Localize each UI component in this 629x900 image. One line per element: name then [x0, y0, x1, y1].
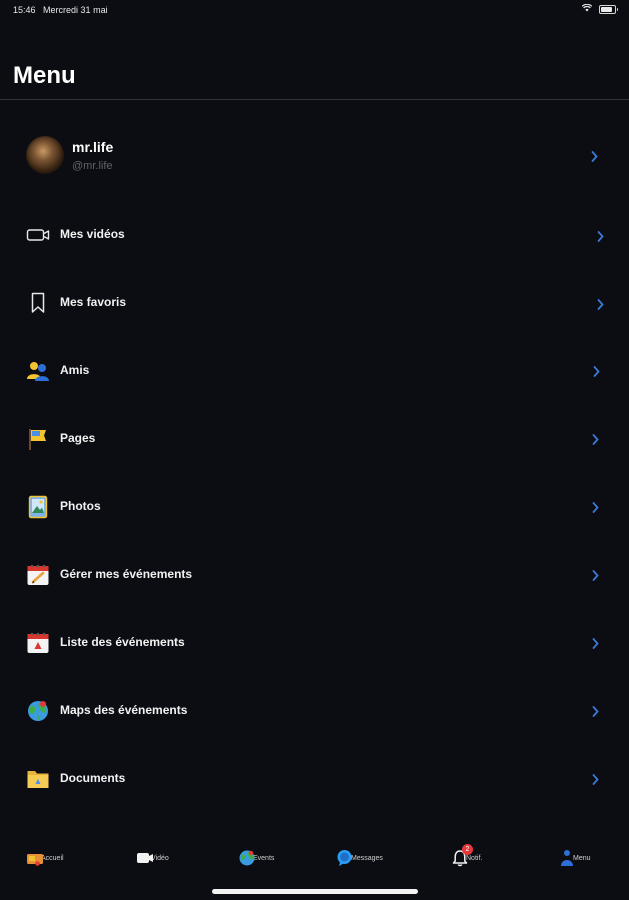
- tab-events[interactable]: Events: [238, 840, 274, 876]
- calendar-icon: [26, 631, 50, 655]
- status-time: 15:46 Mercredi 31 mai: [13, 5, 108, 15]
- tab-bar: Accueil Vidéo Events Messages 2 Notif. M…: [0, 840, 629, 876]
- menu-item-label: Gérer mes événements: [60, 567, 193, 581]
- home-indicator[interactable]: [212, 889, 418, 894]
- tab-label: Events: [253, 854, 275, 862]
- header-divider: [0, 99, 629, 100]
- menu-item-label: Documents: [60, 771, 126, 785]
- menu-icon: [558, 849, 576, 867]
- tab-messages[interactable]: Messages: [336, 840, 383, 876]
- notification-badge: 2: [462, 844, 473, 855]
- menu-item-gerer-mes-evenements[interactable]: Gérer mes événements: [0, 550, 629, 600]
- page-title: Menu: [13, 62, 76, 89]
- profile-handle: @mr.life: [72, 160, 113, 172]
- friends-icon: [26, 359, 50, 383]
- menu-item-photos[interactable]: Photos: [0, 482, 629, 532]
- menu-item-label: Maps des événements: [60, 703, 188, 717]
- flag-icon: [26, 427, 50, 451]
- chevron-right-icon: [590, 772, 600, 786]
- chevron-right-icon: [590, 500, 600, 514]
- menu-item-documents[interactable]: Documents: [0, 754, 629, 804]
- menu-item-maps-des-evenements[interactable]: Maps des événements: [0, 686, 629, 736]
- tab-label: Messages: [351, 854, 383, 862]
- chevron-right-icon: [595, 229, 605, 243]
- status-indicators: [581, 3, 618, 14]
- globe-icon: [26, 699, 50, 723]
- status-date: Mercredi 31 mai: [43, 5, 108, 15]
- battery-icon: [599, 4, 618, 14]
- menu-item-label: Amis: [60, 363, 90, 377]
- profile-row[interactable]: mr.life @mr.life: [0, 127, 629, 185]
- avatar: [26, 136, 64, 174]
- menu-item-label: Liste des événements: [60, 635, 185, 649]
- menu-item-label: Photos: [60, 499, 101, 513]
- tab-notifications[interactable]: 2 Notif.: [451, 840, 482, 876]
- chevron-right-icon: [590, 636, 600, 650]
- chevron-right-icon: [595, 297, 605, 311]
- chevron-right-icon: [590, 704, 600, 718]
- chevron-right-icon: [589, 149, 599, 163]
- home-icon: [26, 849, 44, 867]
- chevron-right-icon: [590, 568, 600, 582]
- menu-item-mes-videos[interactable]: Mes vidéos: [0, 210, 629, 260]
- tab-menu[interactable]: Menu: [558, 840, 591, 876]
- bookmark-icon: [26, 291, 50, 315]
- bell-icon: 2: [451, 844, 473, 867]
- video-icon: [136, 849, 154, 867]
- menu-item-pages[interactable]: Pages: [0, 414, 629, 464]
- wifi-icon: [581, 3, 593, 14]
- photo-icon: [26, 495, 50, 519]
- tab-label: Accueil: [41, 854, 64, 862]
- menu-item-amis[interactable]: Amis: [0, 346, 629, 396]
- menu-item-label: Mes vidéos: [60, 227, 125, 241]
- menu-item-mes-favoris[interactable]: Mes favoris: [0, 278, 629, 328]
- tab-accueil[interactable]: Accueil: [26, 840, 64, 876]
- video-camera-icon: [26, 223, 50, 247]
- tab-video[interactable]: Vidéo: [136, 840, 169, 876]
- menu-item-label: Mes favoris: [60, 295, 127, 309]
- chevron-right-icon: [590, 432, 600, 446]
- menu-item-liste-des-evenements[interactable]: Liste des événements: [0, 618, 629, 668]
- chevron-right-icon: [591, 364, 601, 378]
- globe-icon: [238, 849, 256, 867]
- folder-icon: [26, 767, 50, 791]
- calendar-edit-icon: [26, 563, 50, 587]
- profile-name: mr.life: [72, 139, 114, 155]
- messages-icon: [336, 849, 354, 867]
- status-clock: 15:46: [13, 5, 36, 15]
- status-bar: 15:46 Mercredi 31 mai: [0, 0, 629, 20]
- menu-item-label: Pages: [60, 431, 96, 445]
